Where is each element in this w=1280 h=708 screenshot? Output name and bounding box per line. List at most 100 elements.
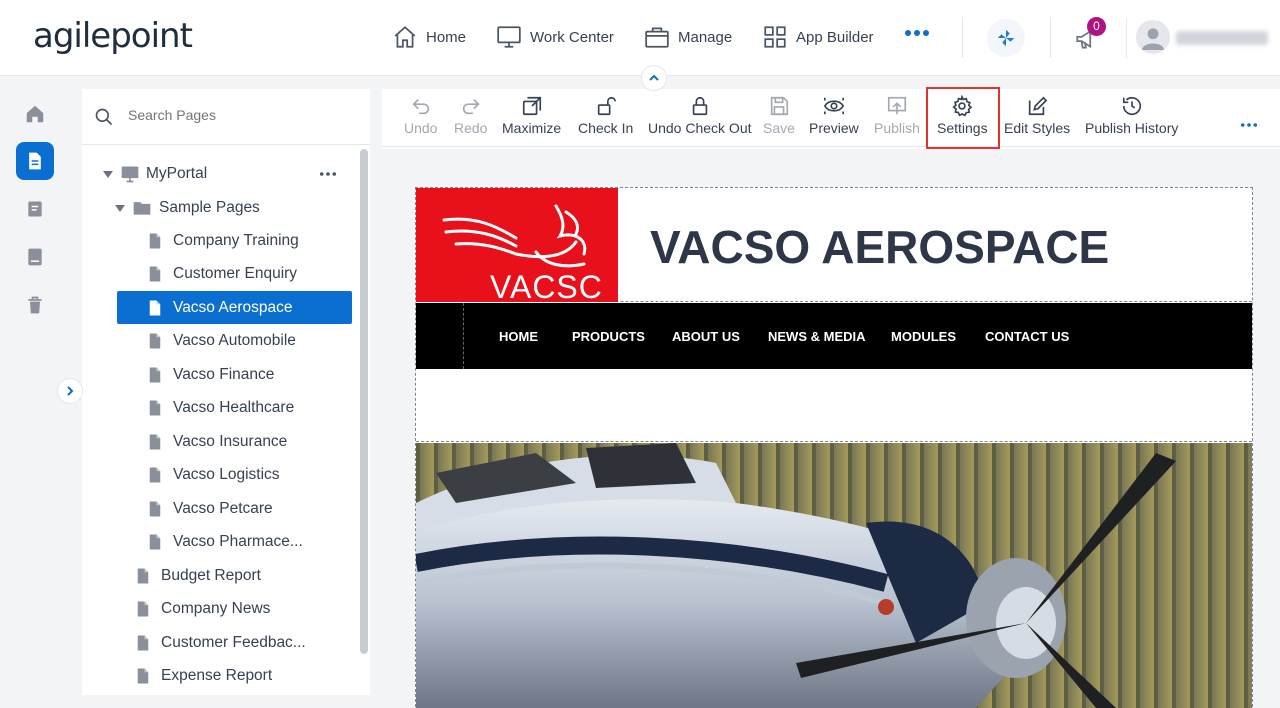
tree-page-item[interactable]: Company News	[134, 593, 270, 626]
rail-pages[interactable]	[16, 142, 54, 180]
nav-app-builder[interactable]: App Builder	[762, 24, 874, 50]
menu-home[interactable]: HOME	[499, 329, 538, 344]
rail-forms[interactable]	[16, 190, 54, 228]
tree-page-item[interactable]: Vacso Automobile	[146, 325, 296, 358]
page-icon	[29, 152, 41, 170]
publish-icon	[887, 96, 907, 115]
save-icon	[770, 96, 789, 116]
divider	[1126, 18, 1127, 58]
redo-button[interactable]: Redo	[454, 95, 487, 136]
rail-trash[interactable]	[16, 286, 54, 324]
hero-airplane-image[interactable]	[416, 443, 1252, 708]
publish-history-button[interactable]: Publish History	[1085, 95, 1178, 136]
rail-library[interactable]	[16, 238, 54, 276]
search-input[interactable]	[128, 107, 348, 123]
monitor-icon	[497, 26, 521, 48]
save-button[interactable]: Save	[763, 95, 795, 136]
more-horizontal-icon	[905, 30, 929, 36]
tree-page-item[interactable]: Vacso Insurance	[146, 425, 287, 458]
airplane-image	[416, 443, 1252, 708]
menu-products[interactable]: PRODUCTS	[572, 329, 645, 344]
save-label: Save	[763, 120, 795, 136]
phoenix-icon	[442, 204, 587, 268]
check-in-label: Check In	[578, 120, 634, 136]
pinwheel-icon	[997, 29, 1015, 47]
menu-news-media[interactable]: NEWS & MEDIA	[768, 329, 866, 344]
tree-page-item[interactable]: Customer Feedbac...	[134, 626, 306, 659]
nav-home-label: Home	[426, 28, 467, 46]
tree-page-label: Vacso Automobile	[173, 332, 296, 349]
search-icon	[95, 108, 113, 126]
publish-history-label: Publish History	[1085, 120, 1179, 136]
menu-contact-us[interactable]: CONTACT US	[985, 329, 1069, 344]
tree-page-label: Vacso Insurance	[173, 432, 288, 450]
tree-root[interactable]: MyPortal	[102, 157, 352, 190]
tree-page-item[interactable]: Vacso Petcare	[146, 492, 273, 525]
menu-modules[interactable]: MODULES	[891, 329, 956, 344]
tree-page-label: Customer Enquiry	[173, 265, 298, 282]
tree-page-item[interactable]: Vacso Logistics	[146, 459, 280, 492]
page-icon	[149, 434, 161, 449]
maximize-button[interactable]: Maximize	[502, 95, 561, 136]
nav-work-center[interactable]: Work Center	[496, 24, 614, 50]
more-nav-button[interactable]	[904, 28, 930, 38]
avatar[interactable]	[1136, 20, 1170, 54]
grid-icon	[764, 26, 786, 48]
page-icon	[137, 635, 149, 650]
tree-page-item[interactable]: Customer Enquiry	[146, 258, 297, 291]
tree-page-item[interactable]: Vacso Healthcare	[146, 392, 294, 425]
maximize-label: Maximize	[502, 120, 562, 136]
publish-button[interactable]: Publish	[874, 95, 920, 136]
caret-down-icon	[103, 170, 113, 178]
book-icon	[28, 248, 42, 266]
tree-page-label: Vacso Pharmace...	[173, 533, 303, 550]
tree-page-label: Customer Feedbac...	[161, 633, 306, 651]
maximize-icon	[522, 96, 541, 116]
page-icon	[137, 668, 149, 684]
undo-button[interactable]: Undo	[404, 95, 437, 136]
vacso-logo[interactable]: VACSC	[416, 188, 618, 305]
tree-folder[interactable]: Sample Pages	[114, 191, 260, 224]
nav-home[interactable]: Home	[392, 24, 466, 50]
undo-check-out-label: Undo Check Out	[648, 120, 752, 136]
edit-styles-button[interactable]: Edit Styles	[1004, 95, 1070, 136]
nav-work-center-label: Work Center	[530, 28, 614, 46]
tree-root-label: MyPortal	[146, 164, 208, 182]
edit-styles-label: Edit Styles	[1004, 120, 1071, 136]
unlock-icon	[597, 96, 616, 116]
menu-about-us[interactable]: ABOUT US	[672, 329, 740, 344]
expand-rail-button[interactable]	[57, 378, 83, 404]
site-title: VACSO AEROSPACE	[650, 221, 1110, 273]
page-editor: Undo Redo Maximize Check In Undo Check O…	[382, 87, 1280, 708]
user-name-blurred[interactable]	[1176, 31, 1268, 45]
more-horizontal-icon[interactable]	[319, 171, 337, 177]
menu-separator	[463, 303, 464, 369]
agilepoint-logo[interactable]: agilepoint	[33, 16, 193, 56]
collapse-header-button[interactable]	[641, 65, 667, 91]
rail-home[interactable]	[16, 95, 54, 133]
vacso-logo-text: VACSC	[490, 269, 603, 305]
nav-manage[interactable]: Manage	[644, 24, 732, 50]
site-header[interactable]: VACSC VACSO AEROSPACE	[416, 188, 1252, 305]
tree-scrollbar[interactable]	[360, 149, 368, 654]
more-horizontal-icon	[1240, 123, 1258, 127]
tree-page-item[interactable]: Expense Report	[134, 660, 272, 693]
chevron-up-icon	[649, 74, 659, 81]
check-in-button[interactable]: Check In	[578, 95, 633, 136]
home-icon	[26, 105, 44, 123]
tree-page-item[interactable]: Budget Report	[134, 559, 261, 592]
tree-page-item[interactable]: Vacso Pharmace...	[146, 526, 303, 559]
tree-page-item[interactable]: Company Training	[146, 224, 299, 257]
preview-button[interactable]: Preview	[809, 95, 859, 136]
preview-label: Preview	[809, 120, 859, 136]
toolbar-more-button[interactable]	[1240, 115, 1258, 133]
ai-assistant-button[interactable]	[987, 19, 1025, 57]
site-menu-bar[interactable]: HOME PRODUCTS ABOUT US NEWS & MEDIA MODU…	[416, 303, 1252, 369]
page-icon	[137, 568, 149, 583]
empty-section[interactable]	[416, 370, 1252, 442]
tree-page-label: Budget Report	[161, 566, 261, 584]
chevron-right-icon	[67, 386, 74, 396]
tree-page-item[interactable]: Vacso Finance	[146, 358, 274, 391]
tree-page-item[interactable]: Vacso Aerospace	[117, 291, 352, 324]
undo-check-out-button[interactable]: Undo Check Out	[648, 95, 752, 136]
